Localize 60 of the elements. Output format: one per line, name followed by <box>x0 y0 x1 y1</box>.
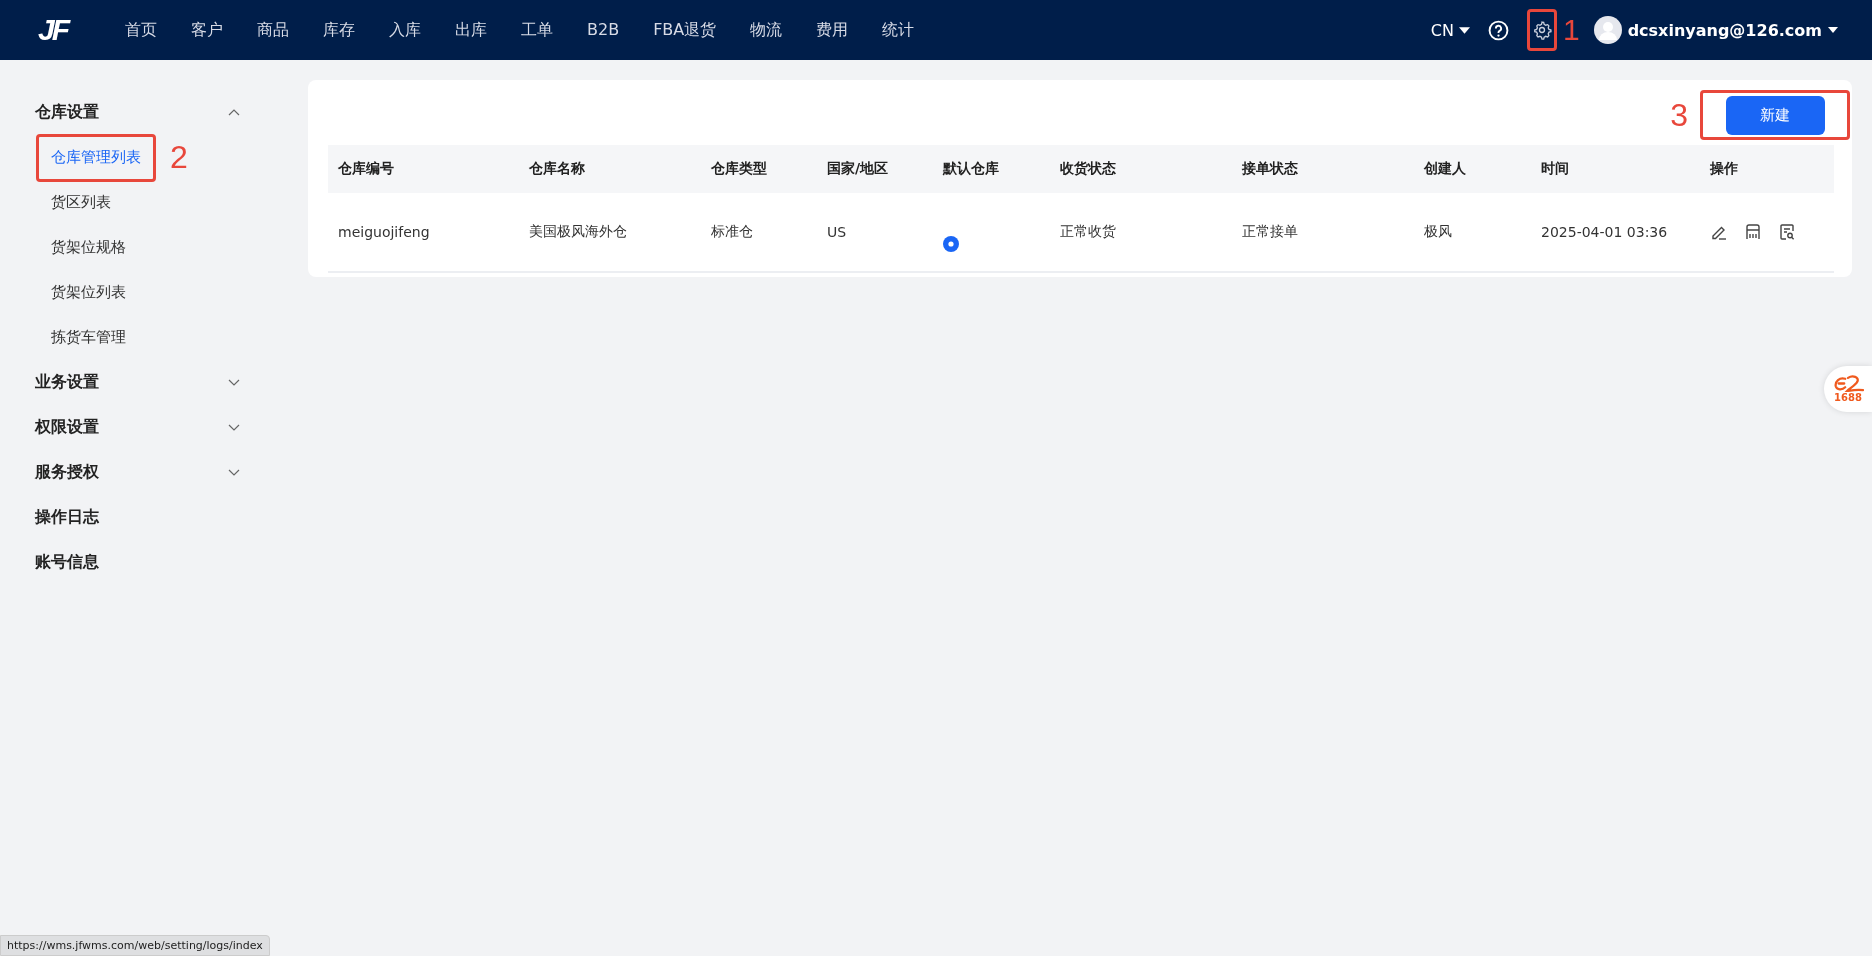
column-header: 仓库名称 <box>528 160 585 178</box>
column-header: 仓库编号 <box>337 160 394 178</box>
sidebar-item[interactable]: 拣货车管理 <box>36 328 126 347</box>
table-cell-text: 美国极风海外仓 <box>528 223 627 241</box>
language-dropdown[interactable]: CN <box>1430 20 1470 40</box>
settings-icon[interactable] <box>1531 20 1552 40</box>
column-header: 默认仓库 <box>941 160 999 178</box>
document-search-icon[interactable] <box>1778 223 1796 241</box>
column-header: 操作 <box>1709 160 1738 178</box>
sidebar-group[interactable]: 业务设置 <box>0 360 290 405</box>
nav-link[interactable]: 库存 <box>306 19 372 41</box>
nav-link[interactable]: 物流 <box>733 19 800 41</box>
table-cell-text: US <box>826 224 847 240</box>
nav-link[interactable]: 费用 <box>799 19 866 41</box>
column-header: 创建人 <box>1423 160 1466 178</box>
sidebar-group[interactable]: 服务授权 <box>0 450 290 495</box>
table-cell-text: 2025-04-01 03:36 <box>1540 224 1668 240</box>
swoosh-logo-icon <box>1832 375 1864 392</box>
default-radio[interactable] <box>943 236 959 252</box>
column-header: 国家/地区 <box>826 160 889 178</box>
help-icon[interactable] <box>1487 19 1509 41</box>
table-cell-text: meiguojifeng <box>337 224 430 240</box>
avatar-icon <box>1593 16 1622 44</box>
table-cell-text: 极风 <box>1423 223 1452 241</box>
sidebar-item[interactable]: 货架位列表 <box>36 283 126 302</box>
nav-link[interactable]: 工单 <box>504 19 570 41</box>
annotation-number: 3 <box>1670 96 1688 134</box>
new-button[interactable]: 新建 <box>1725 95 1825 135</box>
user-email: dcsxinyang@126.com <box>1627 20 1822 40</box>
sidebar-item[interactable]: 货区列表 <box>36 193 111 212</box>
nav-link[interactable]: 入库 <box>372 19 438 41</box>
table-cell-text: 正常收货 <box>1059 223 1116 241</box>
caret-icon <box>1458 26 1470 34</box>
table-cell-text: 正常接单 <box>1241 223 1298 241</box>
nav-link[interactable]: 出库 <box>438 19 504 41</box>
annotation-number: 2 <box>170 139 188 176</box>
caret-icon <box>1828 27 1838 33</box>
nav-link[interactable]: B2B <box>570 19 637 41</box>
annotation-number: 1 <box>1562 13 1580 47</box>
sidebar-item[interactable]: 货架位规格 <box>36 238 126 257</box>
nav-link[interactable]: 商品 <box>240 19 306 41</box>
sidebar-group[interactable]: 权限设置 <box>0 405 290 450</box>
sidebar-link[interactable]: 操作日志 <box>0 495 290 540</box>
user-menu[interactable]: dcsxinyang@126.com <box>1593 16 1838 44</box>
nav-link[interactable]: FBA退货 <box>636 19 734 41</box>
printer-icon[interactable] <box>1744 223 1762 241</box>
column-header: 仓库类型 <box>710 160 767 178</box>
nav-link[interactable]: 客户 <box>174 19 240 41</box>
column-header: 时间 <box>1540 160 1569 178</box>
badge-label: 1688 <box>1834 392 1862 403</box>
logo[interactable]: JF <box>38 13 94 47</box>
sidebar-item[interactable]: 仓库管理列表 <box>51 148 141 167</box>
nav-link[interactable]: 统计 <box>865 19 932 41</box>
column-header: 接单状态 <box>1241 160 1298 178</box>
column-header: 收货状态 <box>1059 160 1116 178</box>
nav-link[interactable]: 首页 <box>108 19 174 41</box>
sidebar-group[interactable]: 仓库设置 <box>0 90 290 135</box>
table-cell-text: 标准仓 <box>710 223 753 241</box>
status-url-tooltip: https://wms.jfwms.com/web/setting/logs/index <box>0 935 270 956</box>
sidebar-link[interactable]: 账号信息 <box>0 540 290 585</box>
